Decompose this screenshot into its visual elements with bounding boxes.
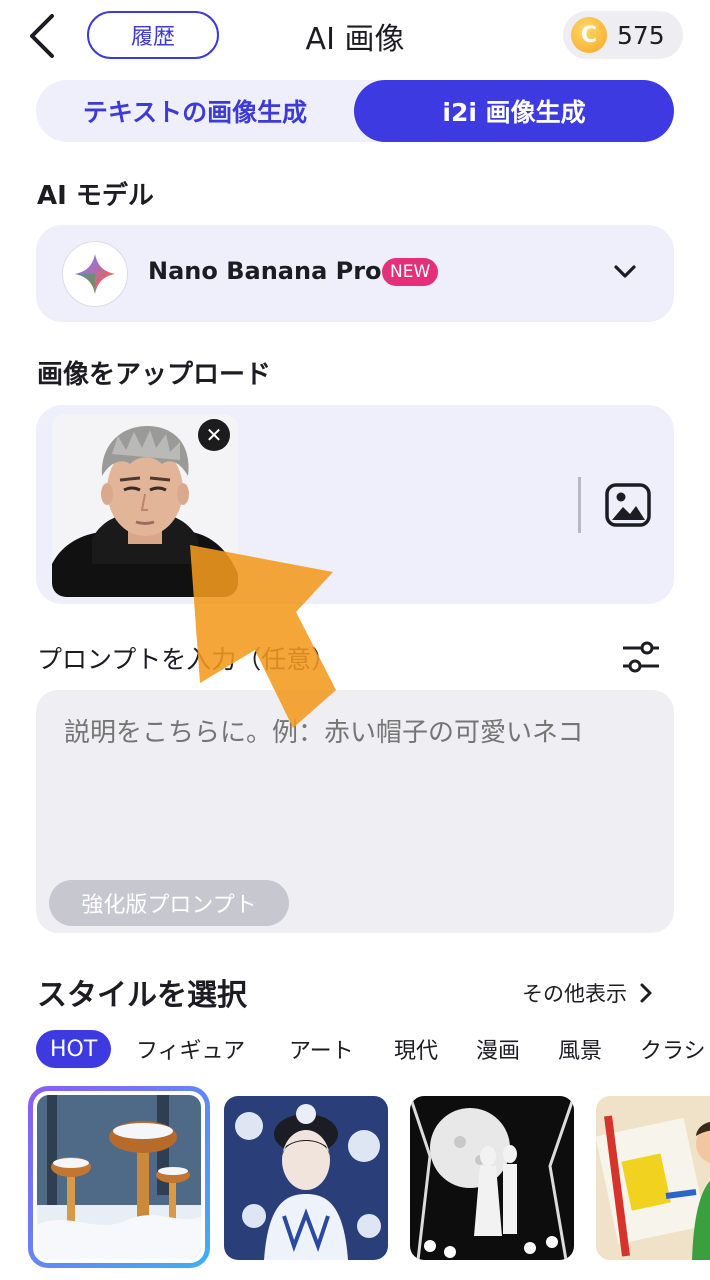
style-card-child-painting[interactable] bbox=[596, 1096, 710, 1260]
style-section-label: スタイルを選択 bbox=[37, 978, 247, 1013]
tab-modern[interactable]: 現代 bbox=[394, 1030, 438, 1068]
style-card-mushroom[interactable] bbox=[28, 1086, 210, 1268]
style-category-tabs: HOT フィギュア アート 現代 漫画 風景 クラシ bbox=[36, 1030, 710, 1068]
tab-manga[interactable]: 漫画 bbox=[476, 1030, 520, 1068]
tab-art[interactable]: アート bbox=[289, 1030, 354, 1068]
tab-hot[interactable]: HOT bbox=[36, 1030, 112, 1068]
show-more-link[interactable]: その他表示 bbox=[522, 978, 653, 1008]
tab-figure[interactable]: フィギュア bbox=[136, 1030, 245, 1068]
style-cards bbox=[28, 1086, 710, 1280]
chevron-right-icon bbox=[640, 983, 652, 1003]
tab-classic[interactable]: クラシ bbox=[640, 1030, 706, 1068]
style-card-moon-couple[interactable] bbox=[410, 1096, 574, 1260]
style-card-porcelain[interactable] bbox=[224, 1096, 388, 1260]
tab-landscape[interactable]: 風景 bbox=[558, 1030, 602, 1068]
show-more-label: その他表示 bbox=[522, 982, 627, 1006]
